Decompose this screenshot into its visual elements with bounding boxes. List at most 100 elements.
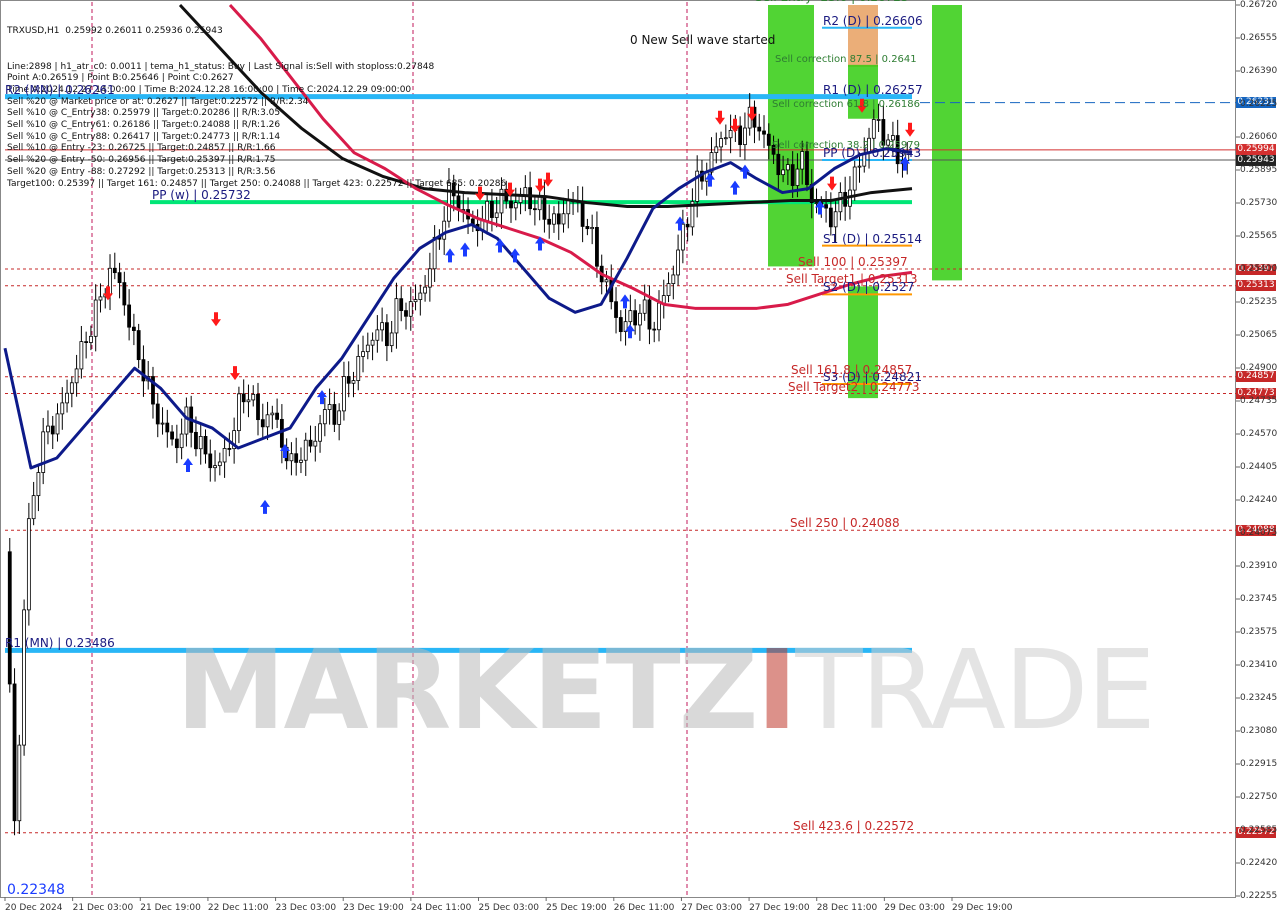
candle-body xyxy=(876,119,881,121)
level-label: Sell correction 61.8 | 0.26186 xyxy=(772,98,921,110)
candle-body xyxy=(404,310,408,317)
candle-body xyxy=(179,433,184,449)
candle-body xyxy=(413,299,418,303)
x-tick-label: 29 Dec 03:00 xyxy=(884,903,945,913)
y-tick-label: 0.26720 xyxy=(1240,0,1278,10)
candle-body xyxy=(41,431,46,473)
buy-arrow-9 xyxy=(620,294,630,309)
y-tick-label: 0.24240 xyxy=(1240,495,1278,505)
candle-body xyxy=(227,448,232,450)
candle-body xyxy=(542,196,547,220)
level-label: R2 (MN) | 0.26261 xyxy=(5,82,115,97)
candle-body xyxy=(98,296,103,301)
candle-body xyxy=(318,423,322,442)
x-tick-label: 20 Dec 2024 xyxy=(5,903,63,913)
candle-body xyxy=(647,299,652,330)
candle-body xyxy=(217,461,222,467)
x-tick-label: 25 Dec 03:00 xyxy=(478,903,540,913)
candle-body xyxy=(194,431,198,450)
candle-body xyxy=(800,151,805,170)
y-tick-label: 0.25065 xyxy=(1240,330,1278,340)
buy-arrow-0 xyxy=(183,457,193,472)
candle-body xyxy=(580,200,585,227)
candle-body xyxy=(671,274,676,284)
candle-body xyxy=(838,192,843,213)
x-tick-label: 21 Dec 03:00 xyxy=(72,903,134,913)
candle-body xyxy=(361,351,365,357)
info-lines: Line:2898 | h1_atr_c0: 0.0011 | tema_h1_… xyxy=(7,62,506,191)
info-line: Sell %20 @ Entry -88: 0.27292 || Target:… xyxy=(7,166,276,177)
candle-body xyxy=(871,119,876,139)
candle-body xyxy=(824,204,828,209)
candle-body xyxy=(666,283,671,296)
candle-body xyxy=(561,213,566,225)
level-label: Sell 100 | 0.25397 xyxy=(798,255,908,269)
candle-body xyxy=(743,127,747,146)
buy-arrow-13 xyxy=(730,180,740,195)
info-line: Line:2898 | h1_atr_c0: 0.0011 | tema_h1_… xyxy=(7,61,435,72)
candle-body xyxy=(22,609,26,746)
candle-body xyxy=(174,438,179,449)
candle-body xyxy=(89,335,93,343)
x-tick-label: 29 Dec 19:00 xyxy=(952,903,1013,913)
candle-body xyxy=(356,356,361,381)
candle-body xyxy=(590,227,595,230)
candle-body xyxy=(394,298,399,334)
candle-body xyxy=(7,551,12,685)
candle-body xyxy=(833,211,838,228)
candle-body xyxy=(117,272,122,284)
candle-body xyxy=(857,165,862,168)
y-tick-label: 0.24075 xyxy=(1240,528,1278,538)
candle-body xyxy=(303,439,308,461)
candle-body xyxy=(595,227,599,267)
new-wave-label: 0 New Sell wave started xyxy=(630,33,776,47)
candle-body xyxy=(208,453,213,469)
buy-arrow-6 xyxy=(495,238,505,253)
x-tick-label: 25 Dec 19:00 xyxy=(546,903,607,913)
candle-body xyxy=(766,133,771,146)
info-line: Sell %10 @ Entry -23: 0.26725 || Target:… xyxy=(7,143,276,154)
candle-body xyxy=(122,282,127,306)
candle-body xyxy=(790,164,795,186)
price-tag: 0.25943 xyxy=(1236,154,1276,166)
candle-body xyxy=(442,220,447,240)
buy-arrow-4 xyxy=(445,248,455,263)
candle-body xyxy=(46,425,50,433)
candle-body xyxy=(165,422,170,433)
candle-body xyxy=(380,322,385,331)
x-tick-label: 23 Dec 03:00 xyxy=(275,903,337,913)
candle-body xyxy=(776,153,781,176)
y-tick-label: 0.22915 xyxy=(1240,759,1278,769)
candle-body xyxy=(728,130,733,139)
price-tag: 0.25313 xyxy=(1236,280,1276,292)
candle-body xyxy=(346,376,351,384)
candle-body xyxy=(537,196,542,211)
candle-body xyxy=(136,330,141,361)
y-tick-label: 0.26555 xyxy=(1240,33,1278,43)
candle-body xyxy=(528,187,533,210)
candle-body xyxy=(36,472,41,497)
candle-body xyxy=(270,412,275,416)
candle-body xyxy=(275,412,280,420)
level-label: R1 (D) | 0.26257 xyxy=(823,83,923,98)
y-tick-label: 0.22585 xyxy=(1240,825,1278,835)
buy-arrow-7 xyxy=(510,248,520,263)
candle-body xyxy=(814,202,819,204)
candle-body xyxy=(384,322,389,347)
level-label: Sell 250 | 0.24088 xyxy=(790,516,900,531)
y-tick-label: 0.22420 xyxy=(1240,858,1278,868)
symbol-line: TRXUSD,H1 0.25992 0.26011 0.25936 0.2594… xyxy=(7,26,223,37)
candle-body xyxy=(12,683,17,822)
level-label: S2 (D) | 0.2527 xyxy=(823,280,915,295)
sell-arrow-1 xyxy=(211,312,221,327)
level-label: PP (D) | 0.25943 xyxy=(823,146,922,161)
sell-arrow-5 xyxy=(535,178,545,193)
candle-body xyxy=(652,328,657,331)
candle-body xyxy=(432,236,437,270)
candle-body xyxy=(170,431,174,440)
level-label: S1 (D) | 0.25514 xyxy=(823,231,922,246)
candle-body xyxy=(676,249,680,276)
x-tick-label: 28 Dec 11:00 xyxy=(816,903,878,913)
candle-body xyxy=(308,439,313,447)
candle-body xyxy=(342,376,346,412)
